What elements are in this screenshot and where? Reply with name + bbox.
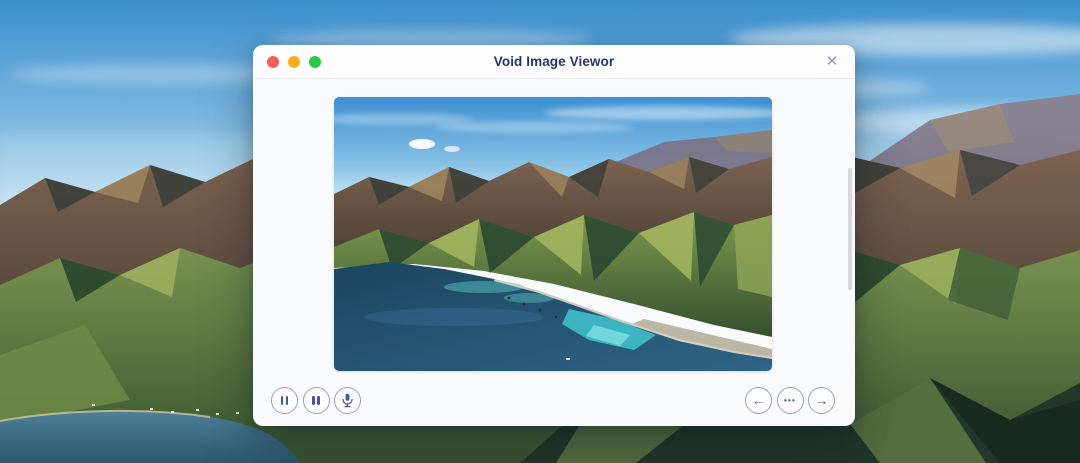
pause-icon — [281, 396, 289, 405]
close-icon[interactable]: ✕ — [822, 45, 842, 78]
image-viewer-window: Void Image Viewor ✕ — [253, 45, 855, 426]
pause-button-1[interactable] — [271, 387, 298, 414]
scrollbar-thumb[interactable] — [848, 168, 852, 290]
arrow-left-icon: ← — [752, 394, 766, 408]
back-button[interactable]: ← — [745, 387, 772, 414]
more-options-button[interactable]: ••• — [777, 387, 804, 414]
microphone-icon — [341, 393, 354, 408]
ellipsis-icon: ••• — [784, 397, 796, 405]
titlebar[interactable]: Void Image Viewor ✕ — [253, 45, 855, 79]
pause-button-2[interactable] — [303, 387, 330, 414]
viewed-image — [334, 97, 772, 371]
microphone-button[interactable] — [334, 387, 361, 414]
toolbar-left — [271, 387, 361, 414]
arrow-right-icon: → — [815, 394, 829, 408]
window-title: Void Image Viewor — [253, 54, 855, 69]
toolbar-right: ← ••• → — [745, 387, 835, 414]
forward-button[interactable]: → — [808, 387, 835, 414]
pause-icon — [312, 396, 320, 405]
